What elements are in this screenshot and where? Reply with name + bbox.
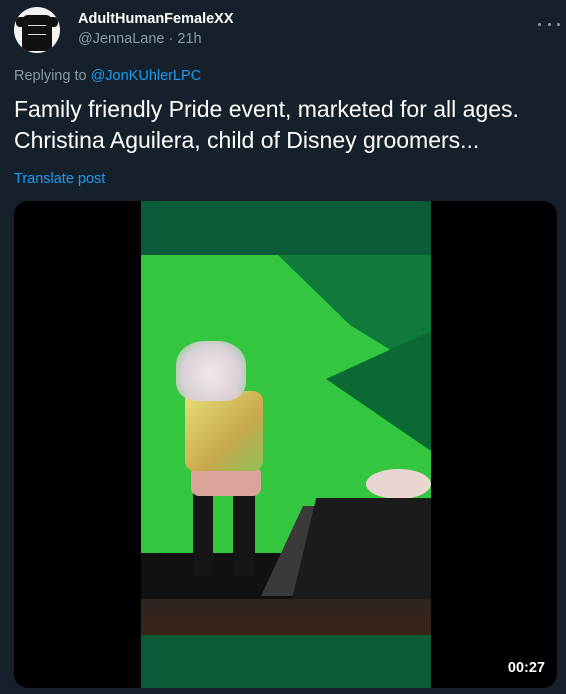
handle[interactable]: @JennaLane	[78, 31, 164, 47]
video-player[interactable]: 00:27	[14, 201, 557, 688]
more-options-icon[interactable]	[538, 18, 560, 30]
display-name[interactable]: AdultHumanFemaleXX	[78, 11, 234, 27]
replying-prefix: Replying to	[14, 68, 87, 84]
reply-mention-link[interactable]: @JonKUhlerLPC	[91, 68, 202, 84]
tweet-text: Family friendly Pride event, marketed fo…	[14, 96, 519, 153]
avatar-image	[16, 15, 58, 51]
video-frame	[141, 201, 431, 688]
video-duration: 00:27	[507, 660, 545, 676]
replying-to: Replying to @JonKUhlerLPC	[14, 68, 201, 84]
avatar[interactable]	[14, 7, 60, 53]
handle-row: @JennaLane · 21h	[78, 31, 202, 47]
translate-post-link[interactable]: Translate post	[14, 171, 105, 187]
separator: ·	[168, 31, 174, 47]
timestamp[interactable]: 21h	[177, 31, 201, 47]
performer	[171, 341, 281, 576]
